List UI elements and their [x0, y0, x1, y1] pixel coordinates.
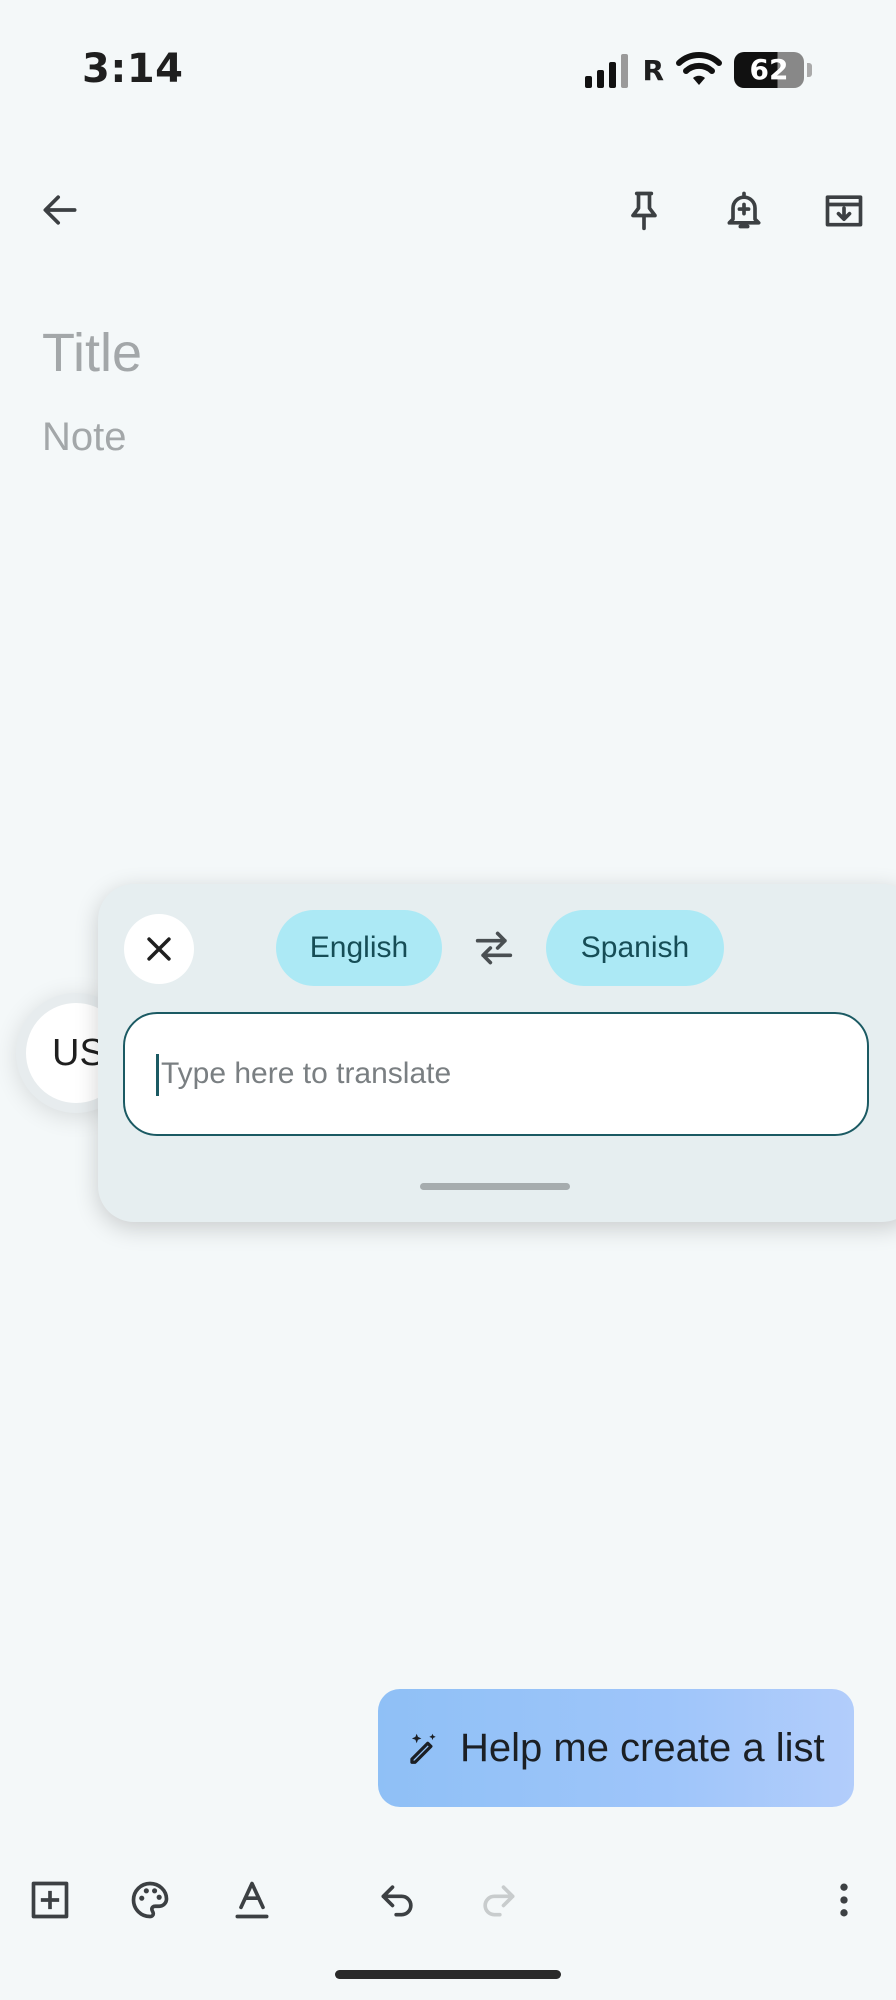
status-time: 3:14	[82, 46, 184, 92]
redo-button[interactable]	[468, 1870, 528, 1930]
pin-button[interactable]	[612, 178, 676, 242]
more-options-button[interactable]	[814, 1870, 874, 1930]
status-bar: 3:14 R 62	[0, 0, 896, 140]
add-button[interactable]	[20, 1870, 80, 1930]
swap-arrows-icon[interactable]	[472, 928, 516, 968]
bell-plus-icon	[727, 191, 761, 229]
translate-panel: English Spanish	[98, 884, 896, 1222]
target-language-chip[interactable]: Spanish	[546, 910, 724, 986]
pen-sparkle-icon	[410, 1733, 436, 1764]
archive-icon	[825, 195, 863, 227]
text-format-button[interactable]	[222, 1870, 282, 1930]
redo-icon	[483, 1885, 515, 1917]
close-icon	[147, 937, 171, 961]
note-body-field[interactable]: Note	[42, 415, 127, 460]
bubble-label: US	[52, 1031, 105, 1074]
arrow-left-icon	[43, 195, 77, 225]
home-indicator[interactable]	[335, 1970, 561, 1979]
reminder-button[interactable]	[712, 178, 776, 242]
roaming-indicator: R	[642, 53, 664, 87]
source-language-chip[interactable]: English	[276, 910, 442, 986]
more-vert-icon	[840, 1883, 848, 1917]
note-title-field[interactable]: Title	[42, 322, 142, 384]
pin-icon	[631, 191, 657, 231]
undo-button[interactable]	[368, 1870, 428, 1930]
back-button[interactable]	[28, 178, 92, 242]
translate-input[interactable]	[123, 1012, 869, 1136]
close-button[interactable]	[124, 914, 194, 984]
help-create-list-button[interactable]: Help me create a list	[378, 1689, 854, 1807]
text-format-icon	[235, 1881, 269, 1919]
add-box-icon	[31, 1881, 69, 1919]
undo-icon	[381, 1885, 413, 1917]
status-indicators: R 62	[585, 52, 812, 88]
text-cursor	[156, 1054, 159, 1096]
panel-drag-handle[interactable]	[420, 1183, 570, 1190]
palette-button[interactable]	[120, 1870, 180, 1930]
wifi-icon	[676, 52, 722, 85]
battery-indicator: 62	[734, 52, 812, 88]
archive-button[interactable]	[812, 178, 876, 242]
help-create-list-label: Help me create a list	[460, 1725, 825, 1770]
battery-level: 62	[734, 52, 804, 88]
palette-icon	[131, 1881, 169, 1919]
cellular-signal-icon	[585, 52, 629, 88]
